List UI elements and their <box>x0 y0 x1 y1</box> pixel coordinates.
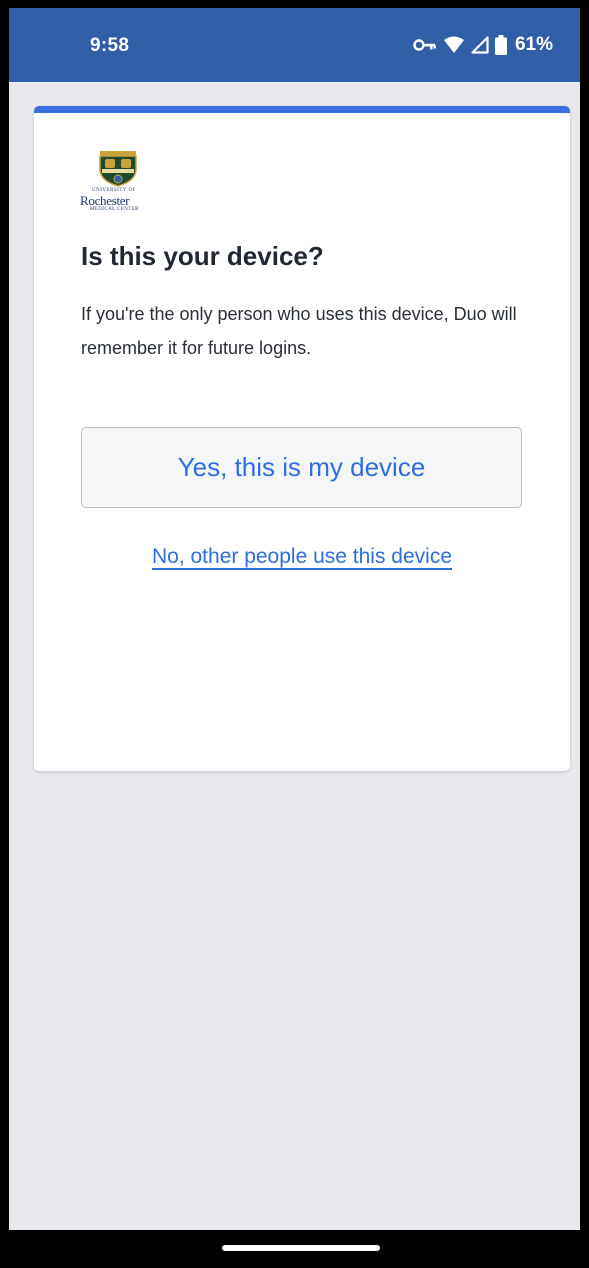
wifi-icon <box>443 36 465 54</box>
status-time: 9:58 <box>90 35 130 56</box>
page-title: Is this your device? <box>81 241 324 271</box>
logo-medical-center: Medical Center <box>90 207 139 212</box>
device-description: If you're the only person who uses this … <box>81 304 517 358</box>
status-bar: 9:58 61% <box>9 8 580 82</box>
yes-my-device-button[interactable]: Yes, this is my device <box>81 427 522 508</box>
vpn-key-icon <box>413 38 437 52</box>
device-prompt-card: University of Rochester Medical Center I… <box>34 106 570 771</box>
battery-icon <box>494 35 507 55</box>
cell-signal-icon <box>471 36 489 54</box>
battery-percentage: 61% <box>514 34 553 55</box>
status-icons: 61% <box>413 34 553 56</box>
other-people-use-device-link[interactable]: No, other people use this device <box>34 545 570 569</box>
phone-screen: 9:58 61% UNIVERSITY OF Rochester MEDICAL… <box>9 8 580 1238</box>
university-logo: University of Rochester Medical Center <box>80 151 160 213</box>
crest-icon <box>99 151 137 187</box>
navigation-bar <box>0 1230 589 1268</box>
home-gesture-handle[interactable] <box>222 1245 380 1251</box>
